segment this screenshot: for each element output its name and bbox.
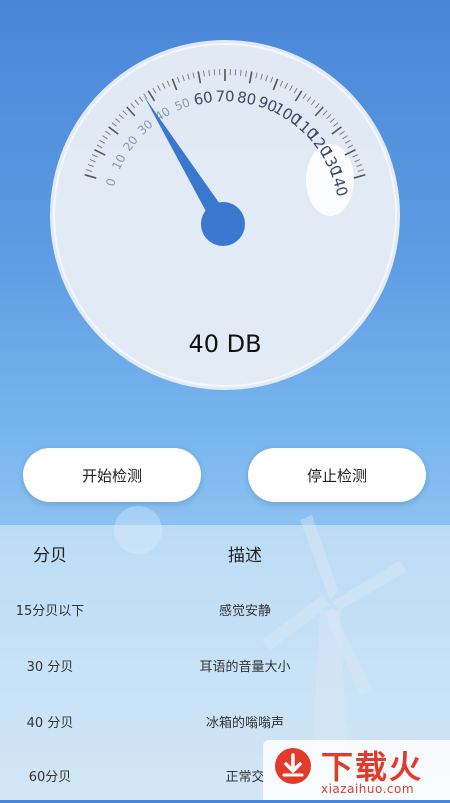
header-description: 描述: [100, 541, 450, 566]
gauge-hub: [201, 202, 245, 246]
download-flame-icon: [273, 746, 313, 786]
row-description: 感觉安静: [100, 600, 450, 619]
row-level: 30 分贝: [0, 656, 100, 675]
gauge-tick-label: 60: [192, 88, 214, 109]
table-header-row: 分贝 描述: [0, 525, 450, 581]
gauge-tick-label: 70: [215, 88, 234, 106]
row-level: 15分贝以下: [0, 600, 100, 619]
site-watermark: 下载火 xiazaihuo.com: [263, 740, 450, 800]
watermark-url: xiazaihuo.com: [321, 782, 414, 796]
header-level: 分贝: [0, 541, 100, 566]
start-detect-button[interactable]: 开始检测: [23, 448, 201, 502]
gauge-tick-label: 80: [236, 88, 258, 109]
stop-detect-button[interactable]: 停止检测: [248, 448, 426, 502]
decibel-reading: 40 DB: [50, 330, 400, 358]
row-description: 冰箱的嗡嗡声: [100, 712, 450, 731]
table-row: 15分贝以下 感觉安静: [0, 581, 450, 637]
table-row: 30 分贝 耳语的音量大小: [0, 637, 450, 693]
decibel-gauge: 0102030405060708090100110120130140 40 DB: [50, 40, 400, 390]
row-level: 60分贝: [0, 766, 100, 785]
row-level: 40 分贝: [0, 712, 100, 731]
row-description: 耳语的音量大小: [100, 656, 450, 675]
